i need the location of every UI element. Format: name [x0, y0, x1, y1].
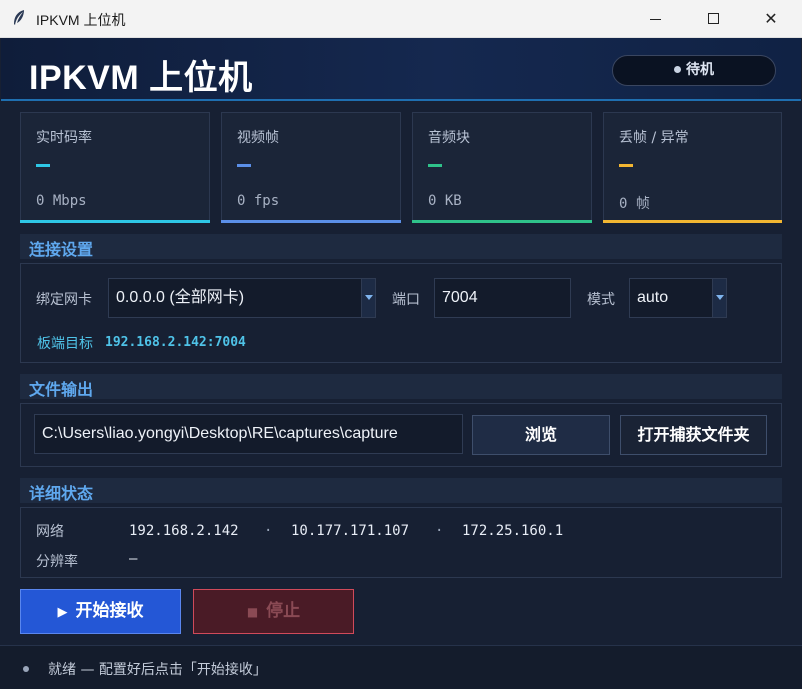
- stat-label: 音频块: [428, 130, 470, 146]
- feather-icon: [10, 9, 28, 27]
- status-dot-icon: [674, 65, 681, 73]
- port-input[interactable]: 7004: [434, 278, 571, 318]
- stat-placeholder: [36, 164, 50, 167]
- status-message: 就绪 — 配置好后点击「开始接收」: [48, 662, 267, 678]
- port-value: 7004: [442, 289, 478, 306]
- stat-card-video-fps: 视频帧 0 fps: [221, 112, 401, 223]
- start-label: 开始接收: [75, 601, 144, 621]
- port-label: 端口: [392, 292, 420, 308]
- target-value: 192.168.2.142:7004: [105, 335, 246, 350]
- stat-accent: [412, 220, 592, 223]
- stat-card-dropped: 丢帧 / 异常 0 帧: [603, 112, 782, 223]
- network-ip: 192.168.2.142: [129, 523, 239, 539]
- stat-card-bitrate: 实时码率 0 Mbps: [20, 112, 210, 223]
- stat-placeholder: [428, 164, 442, 167]
- network-ip: 172.25.160.1: [462, 523, 564, 539]
- open-folder-button[interactable]: 打开捕获文件夹: [620, 415, 767, 455]
- nic-value: 0.0.0.0 (全部网卡): [116, 289, 245, 306]
- window-title: IPKVM 上位机: [36, 12, 126, 28]
- stat-accent: [221, 220, 401, 223]
- resolution-label: 分辨率: [36, 554, 78, 570]
- mode-select[interactable]: auto: [629, 278, 727, 318]
- stat-label: 实时码率: [36, 130, 92, 146]
- output-path-input[interactable]: C:\Users\liao.yongyi\Desktop\RE\captures…: [34, 414, 463, 454]
- separator: ·: [264, 523, 273, 539]
- close-icon: ✕: [764, 9, 778, 28]
- section-details-header: 详细状态: [20, 478, 782, 503]
- chevron-down-icon[interactable]: [712, 279, 726, 317]
- minimize-button[interactable]: [626, 0, 684, 38]
- stat-placeholder: [619, 164, 633, 167]
- app-window: IPKVM 上位机 ✕ IPKVM 上位机 待机 实时码率 0 Mbps 视频帧…: [0, 0, 802, 689]
- chevron-down-icon[interactable]: [361, 279, 375, 317]
- app-title: IPKVM 上位机: [29, 59, 253, 97]
- nic-label: 绑定网卡: [36, 292, 92, 308]
- stop-label: 停止: [266, 601, 301, 621]
- stat-label: 视频帧: [237, 130, 279, 146]
- stat-accent: [20, 220, 210, 223]
- start-receive-button[interactable]: ▶ 开始接收: [20, 589, 181, 634]
- section-title: 连接设置: [29, 240, 94, 259]
- section-connection-header: 连接设置: [20, 234, 782, 259]
- stat-value: 0 fps: [237, 193, 280, 209]
- app-header: IPKVM 上位机 待机: [1, 38, 801, 101]
- target-label: 板端目标: [37, 336, 93, 352]
- stat-value: 0 帧: [619, 196, 650, 212]
- status-dot-icon: [23, 666, 29, 672]
- stop-button[interactable]: ■ 停止: [193, 589, 354, 634]
- stat-accent: [603, 220, 782, 223]
- network-ip: 10.177.171.107: [291, 523, 410, 539]
- stat-value: 0 KB: [428, 193, 462, 209]
- status-badge: 待机: [612, 55, 776, 86]
- close-button[interactable]: ✕: [742, 0, 800, 38]
- maximize-button[interactable]: [684, 0, 742, 38]
- mode-value: auto: [637, 289, 669, 306]
- stat-placeholder: [237, 164, 251, 167]
- section-output-header: 文件输出: [20, 374, 782, 399]
- separator: ·: [435, 523, 444, 539]
- stop-icon: ■: [246, 605, 259, 619]
- resolution-value: —: [129, 551, 138, 567]
- status-text: 待机: [686, 62, 714, 78]
- title-bar: IPKVM 上位机 ✕: [0, 0, 802, 38]
- maximize-icon: [708, 13, 719, 24]
- section-title: 文件输出: [29, 380, 94, 399]
- network-label: 网络: [36, 524, 64, 540]
- minimize-icon: [650, 19, 661, 20]
- mode-label: 模式: [587, 292, 615, 308]
- nic-select[interactable]: 0.0.0.0 (全部网卡): [108, 278, 376, 318]
- status-bar: 就绪 — 配置好后点击「开始接收」: [0, 645, 802, 689]
- stat-card-audio: 音频块 0 KB: [412, 112, 592, 223]
- stat-value: 0 Mbps: [36, 193, 87, 209]
- play-icon: ▶: [57, 605, 68, 620]
- output-path-value: C:\Users\liao.yongyi\Desktop\RE\captures…: [42, 425, 398, 442]
- stat-label: 丢帧 / 异常: [619, 130, 689, 146]
- section-details-body: [20, 507, 782, 578]
- browse-button[interactable]: 浏览: [472, 415, 610, 455]
- section-title: 详细状态: [29, 484, 94, 503]
